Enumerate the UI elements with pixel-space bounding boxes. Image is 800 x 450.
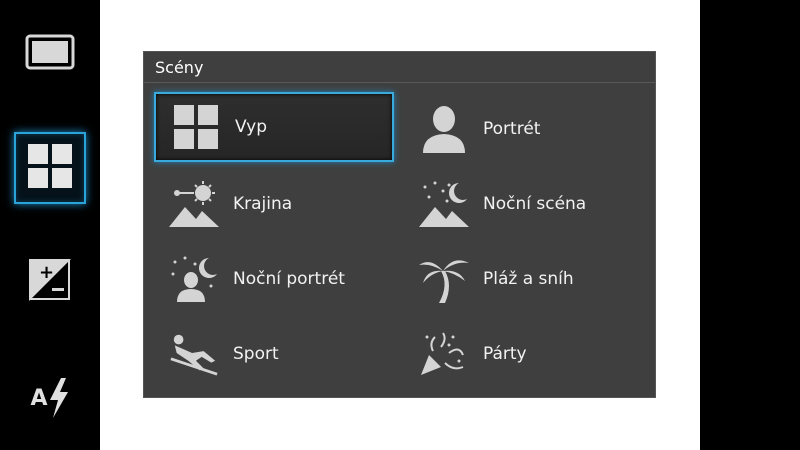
scene-item-plaz-a-snih[interactable]: Pláž a sníh	[404, 244, 644, 314]
scene-item-portret[interactable]: Portrét	[404, 94, 644, 164]
auto-flash-icon: A	[30, 378, 69, 418]
scene-item-party[interactable]: Párty	[404, 319, 644, 389]
scenes-grid-icon	[28, 144, 72, 192]
aspect-ratio-button[interactable]	[14, 18, 86, 90]
scene-label: Portrét	[483, 119, 541, 139]
sport-icon	[169, 329, 219, 379]
scene-label: Noční scéna	[483, 194, 587, 214]
scene-label: Pláž a sníh	[483, 269, 574, 289]
dialog-title: Scény	[144, 52, 655, 83]
scenes-dialog: Scény Vyp Portrét Krajina Noční scéna No…	[143, 51, 656, 398]
portrait-icon	[419, 104, 469, 154]
exposure-compensation-icon: +	[28, 258, 72, 306]
exposure-button[interactable]: +	[14, 246, 86, 318]
scene-item-krajina[interactable]: Krajina	[154, 169, 394, 239]
scene-label: Krajina	[233, 194, 293, 214]
scene-label: Noční portrét	[233, 269, 345, 289]
scene-label: Sport	[233, 344, 279, 364]
landscape-icon	[169, 179, 219, 229]
scene-label: Párty	[483, 344, 527, 364]
night-scene-icon	[419, 179, 469, 229]
scenes-button[interactable]	[14, 132, 86, 204]
scene-item-nocni-scena[interactable]: Noční scéna	[404, 169, 644, 239]
grid-icon	[171, 102, 221, 152]
scene-label: Vyp	[235, 117, 268, 137]
scene-item-vyp[interactable]: Vyp	[154, 92, 394, 162]
scene-item-sport[interactable]: Sport	[154, 319, 394, 389]
party-icon	[419, 329, 469, 379]
flash-mode-button[interactable]: A	[14, 362, 86, 434]
night-portrait-icon	[169, 254, 219, 304]
svg-text:+: +	[39, 262, 54, 283]
right-black-bar	[700, 0, 800, 450]
camera-side-toolbar: + A	[0, 0, 100, 450]
palm-tree-icon	[419, 254, 469, 304]
aspect-ratio-icon	[25, 34, 75, 74]
scene-item-nocni-portret[interactable]: Noční portrét	[154, 244, 394, 314]
